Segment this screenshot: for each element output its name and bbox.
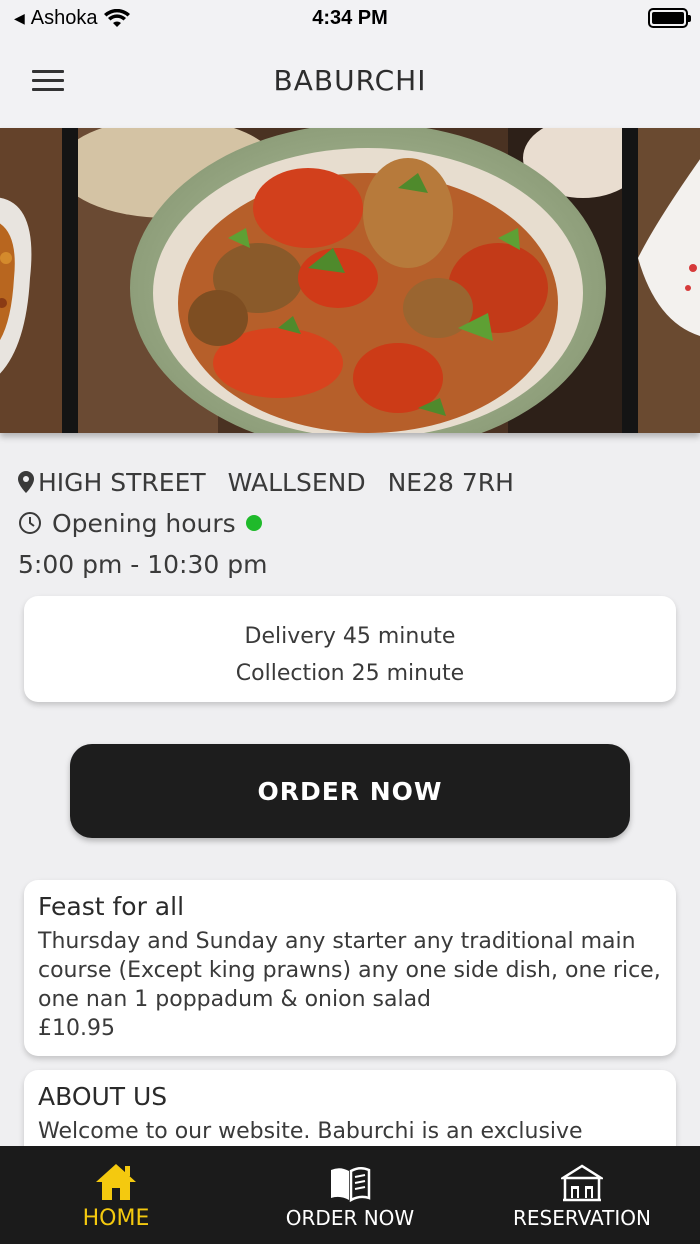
offer-card[interactable]: Feast for all Thursday and Sunday any st… [24,880,676,1056]
tab-order-now[interactable]: ORDER NOW [270,1146,430,1244]
tab-home[interactable]: HOME [56,1146,176,1244]
carousel-prev-slide[interactable] [0,128,62,433]
collection-time: Collection 25 minute [235,661,465,686]
order-now-button[interactable]: ORDER NOW [70,744,630,838]
address-street: HIGH STREET [38,467,206,497]
carousel-next-slide[interactable] [638,128,700,433]
carousel-current-slide[interactable] [78,128,622,433]
delivery-time: Delivery 45 minute [244,624,456,649]
offer-price: £10.95 [38,1016,115,1041]
tab-home-label: HOME [82,1206,150,1231]
address-town: WALLSEND [227,467,366,497]
address-line: HIGH STREET WALLSEND NE28 7RH [18,462,532,502]
open-book-icon [331,1167,371,1202]
about-us-text: Welcome to our website. Baburchi is an e… [38,1119,583,1144]
status-time: 4:34 PM [312,7,388,29]
slide-divider [622,128,638,433]
tab-order-now-label: ORDER NOW [285,1206,415,1230]
opening-hours-line: Opening hours [18,502,532,544]
restaurant-info: HIGH STREET WALLSEND NE28 7RH Opening ho… [18,462,532,584]
next-slide-image [638,128,700,433]
house-icon [96,1164,136,1200]
restaurant-building-icon [561,1164,603,1202]
offer-title: Feast for all [38,892,185,921]
opening-hours-time: 5:00 pm - 10:30 pm [18,549,268,579]
offer-description: Thursday and Sunday any starter any trad… [38,929,661,1012]
delivery-times-card: Delivery 45 minute Collection 25 minute [24,596,676,702]
open-status-indicator [245,515,262,531]
about-us-title: ABOUT US [38,1082,168,1111]
tab-reservation-label: RESERVATION [512,1206,652,1230]
tab-reservation[interactable]: RESERVATION [502,1146,662,1244]
curry-dish-image [78,128,622,433]
bottom-tab-bar: HOME ORDER NOW RESERVATION [0,1146,700,1244]
prev-slide-image [0,128,62,433]
food-image-carousel[interactable] [0,128,700,433]
status-bar: ◀ Ashoka 4:34 PM [0,0,700,36]
slide-divider [62,128,78,433]
clock-icon [19,512,41,534]
battery-icon [648,8,691,28]
address-postcode: NE28 7RH [387,467,514,497]
opening-hours-label: Opening hours [52,508,236,538]
nav-bar: BABURCHI [0,36,700,128]
page-title: BABURCHI [273,64,427,97]
location-pin-icon [18,471,34,493]
